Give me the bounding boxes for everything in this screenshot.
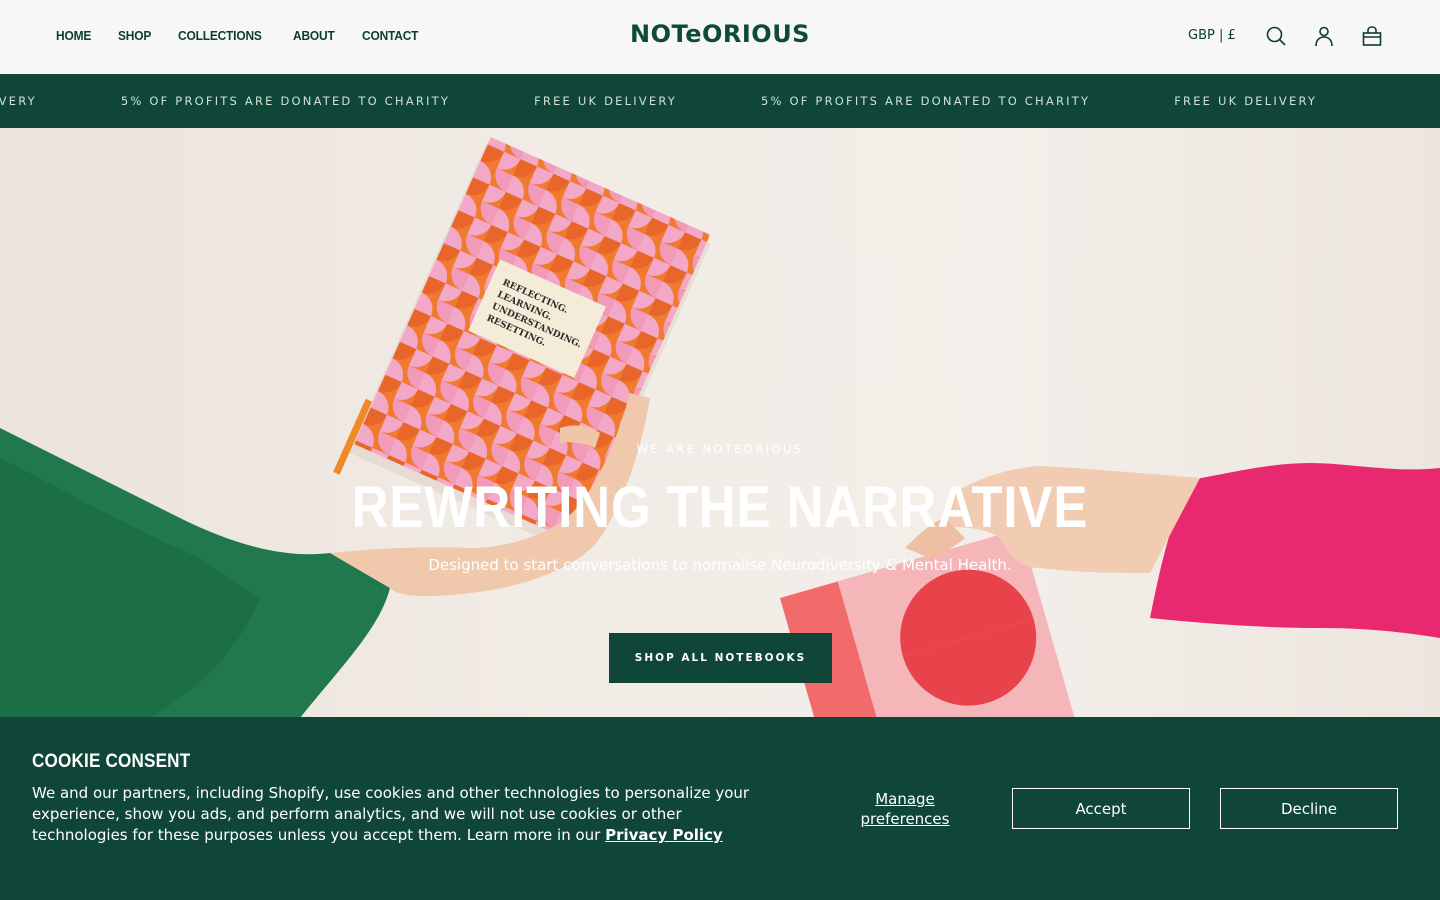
search-icon[interactable] bbox=[1264, 24, 1288, 48]
hero-image: REFLECTING. LEARNING. UNDERSTANDING. RES… bbox=[0, 137, 1440, 718]
hero-subtitle: Designed to start conversations to norma… bbox=[428, 556, 1012, 574]
cookie-body: We and our partners, including Shopify, … bbox=[32, 783, 762, 846]
main-nav: HOME SHOP COLLECTIONS ABOUT CONTACT bbox=[56, 28, 424, 43]
site-logo[interactable]: NOTeORIOUS bbox=[630, 20, 810, 48]
site-header: HOME SHOP COLLECTIONS ABOUT CONTACT NOTe… bbox=[0, 0, 1440, 74]
accept-button[interactable]: Accept bbox=[1012, 788, 1190, 829]
decline-button[interactable]: Decline bbox=[1220, 788, 1398, 829]
announcement-item: FREE UK DELIVERY bbox=[534, 94, 678, 108]
currency-selector[interactable]: GBP | £ bbox=[1188, 28, 1236, 43]
privacy-policy-link[interactable]: Privacy Policy bbox=[605, 826, 723, 844]
hero-title: REWRITING THE NARRATIVE bbox=[351, 475, 1089, 540]
nav-shop[interactable]: SHOP bbox=[118, 28, 151, 43]
cookie-consent-banner: COOKIE CONSENT We and our partners, incl… bbox=[0, 717, 1440, 900]
nav-home[interactable]: HOME bbox=[56, 28, 91, 43]
announcement-item: FREE UK DELIVERY bbox=[1174, 94, 1318, 108]
cookie-title: COOKIE CONSENT bbox=[32, 751, 191, 772]
hero-banner: REFLECTING. LEARNING. UNDERSTANDING. RES… bbox=[0, 128, 1440, 718]
announcement-bar: ELIVERY 5% OF PROFITS ARE DONATED TO CHA… bbox=[0, 74, 1440, 128]
announcement-track: ELIVERY 5% OF PROFITS ARE DONATED TO CHA… bbox=[0, 94, 1401, 108]
nav-about[interactable]: ABOUT bbox=[293, 28, 335, 43]
hero-eyebrow: WE ARE NOTEORIOUS bbox=[636, 442, 804, 456]
cart-icon[interactable] bbox=[1360, 24, 1384, 48]
announcement-item: ELIVERY bbox=[0, 94, 37, 108]
nav-collections[interactable]: COLLECTIONS bbox=[178, 28, 262, 43]
nav-contact[interactable]: CONTACT bbox=[362, 28, 418, 43]
announcement-item: 5% OF PROFITS ARE DONATED TO CHARITY bbox=[120, 94, 451, 108]
manage-preferences-link[interactable]: Manage preferences bbox=[850, 789, 960, 829]
announcement-item: 5% OF PROFITS ARE DONATED TO CHARITY bbox=[761, 94, 1091, 108]
shop-all-notebooks-button[interactable]: SHOP ALL NOTEBOOKS bbox=[609, 633, 832, 683]
account-icon[interactable] bbox=[1312, 24, 1336, 48]
